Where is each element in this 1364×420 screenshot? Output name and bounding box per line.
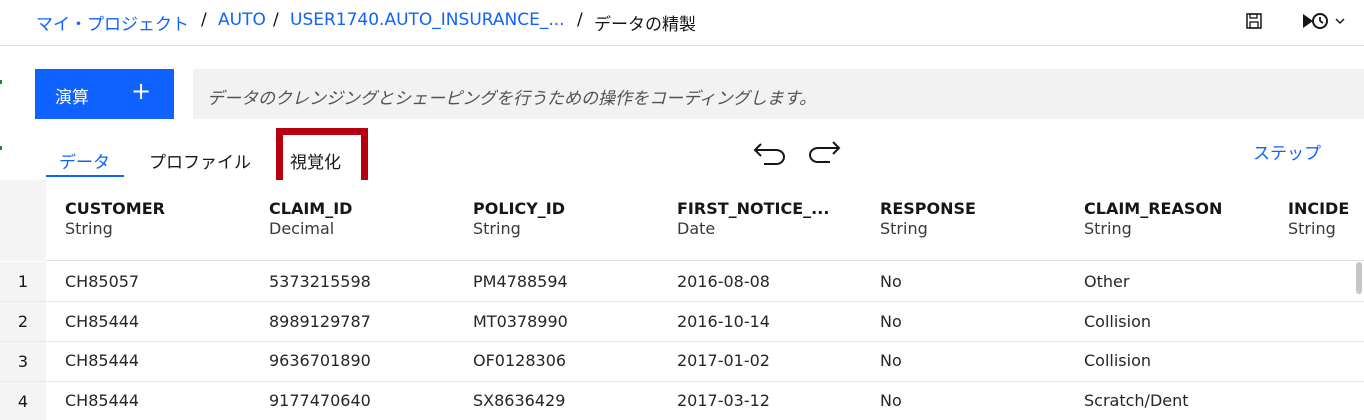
breadcrumb-separator: /: [577, 10, 583, 30]
breadcrumb-project[interactable]: AUTO: [218, 10, 266, 30]
row-divider: [0, 301, 1364, 302]
table-cell: CH85444: [65, 391, 140, 410]
active-tab-indicator: [46, 175, 124, 177]
save-icon[interactable]: [1246, 13, 1262, 29]
table-cell: CH85444: [65, 312, 140, 331]
column-type: String: [880, 219, 928, 238]
column-type: String: [1288, 219, 1336, 238]
table-cell: OF0128306: [473, 351, 567, 370]
table-cell: Other: [1084, 272, 1130, 291]
table-cell: 5373215598: [269, 272, 371, 291]
table-cell: 9636701890: [269, 351, 371, 370]
margin-mark: [0, 80, 2, 84]
column-type: Date: [677, 219, 716, 238]
row-number: 1: [0, 262, 46, 302]
steps-link[interactable]: ステップ: [1253, 139, 1321, 164]
command-line-input[interactable]: データのクレンジングとシェーピングを行うための操作をコーディングします。: [193, 69, 1364, 119]
breadcrumb-separator: /: [273, 10, 279, 30]
table-cell: No: [880, 272, 902, 291]
column-name: CLAIM_REASON: [1084, 199, 1223, 218]
table-cell: No: [880, 391, 902, 410]
breadcrumb-asset[interactable]: USER1740.AUTO_INSURANCE_...: [290, 10, 565, 30]
data-table: CUSTOMER String CLAIM_ID Decimal POLICY_…: [0, 180, 1364, 420]
undo-icon[interactable]: [752, 141, 788, 165]
table-cell: MT0378990: [473, 312, 568, 331]
table-cell: CH85444: [65, 351, 140, 370]
column-name: CLAIM_ID: [269, 199, 353, 218]
table-cell: Collision: [1084, 351, 1152, 370]
tab-profile[interactable]: プロファイル: [149, 148, 251, 173]
margin-mark: [0, 146, 2, 150]
header-bar: マイ・プロジェクト / AUTO / USER1740.AUTO_INSURAN…: [0, 0, 1364, 46]
column-name: FIRST_NOTICE_...: [677, 199, 830, 218]
row-divider: [0, 381, 1364, 382]
breadcrumb-current-page: データの精製: [594, 15, 696, 35]
column-name: CUSTOMER: [65, 199, 165, 218]
table-cell: 8989129787: [269, 312, 371, 331]
row-divider: [0, 341, 1364, 342]
table-cell: 2017-01-02: [677, 351, 770, 370]
column-name: RESPONSE: [880, 199, 976, 218]
table-cell: SX8636429: [473, 391, 566, 410]
breadcrumb-my-projects[interactable]: マイ・プロジェクト: [36, 10, 189, 35]
table-cell: Collision: [1084, 312, 1152, 331]
table-cell: 2017-03-12: [677, 391, 770, 410]
table-cell: No: [880, 351, 902, 370]
column-type: String: [65, 219, 113, 238]
table-cell: No: [880, 312, 902, 331]
run-schedule-icon[interactable]: [1302, 11, 1346, 31]
column-name: POLICY_ID: [473, 199, 566, 218]
add-icon: +: [131, 77, 152, 105]
breadcrumb-separator: /: [201, 10, 207, 30]
row-number: 3: [0, 342, 46, 382]
column-type: Decimal: [269, 219, 335, 238]
table-cell: 9177470640: [269, 391, 371, 410]
tab-data[interactable]: データ: [59, 148, 110, 173]
operation-button[interactable]: 演算 +: [35, 69, 174, 119]
row-number: 4: [0, 382, 46, 420]
table-cell: CH85057: [65, 272, 140, 291]
command-line-placeholder: データのクレンジングとシェーピングを行うための操作をコーディングします。: [207, 89, 817, 109]
table-cell: 2016-10-14: [677, 312, 770, 331]
table-corner: [0, 180, 46, 261]
column-type: String: [473, 219, 521, 238]
table-cell: PM4788594: [473, 272, 568, 291]
vertical-scrollbar[interactable]: [1356, 262, 1362, 294]
table-cell: Scratch/Dent: [1084, 391, 1189, 410]
column-type: String: [1084, 219, 1132, 238]
redo-icon[interactable]: [806, 139, 842, 163]
table-cell: 2016-08-08: [677, 272, 770, 291]
column-name: INCIDE: [1288, 199, 1350, 218]
row-number: 2: [0, 302, 46, 342]
operation-label: 演算: [55, 88, 89, 108]
